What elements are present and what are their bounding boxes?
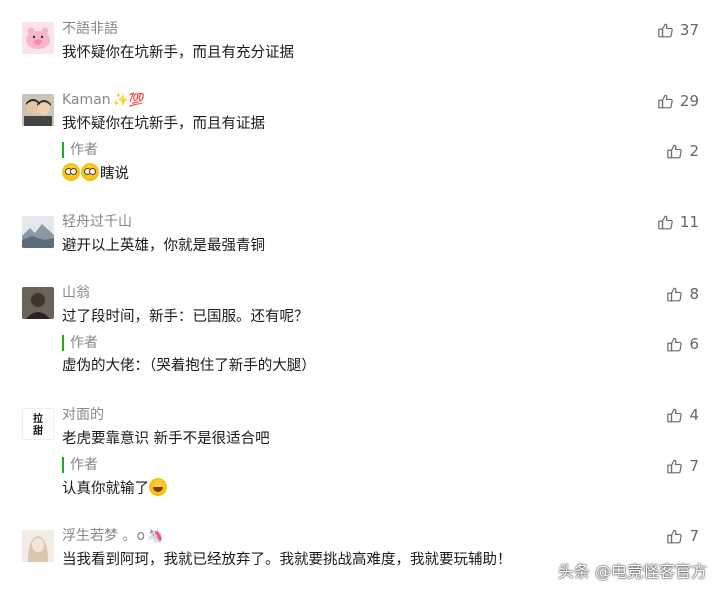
thumbs-up-icon [657, 93, 674, 110]
illustrated-girl-avatar[interactable] [22, 530, 54, 562]
author-reply-text: 虚伪的大佬：（哭着抱住了新手的大腿） [62, 358, 316, 374]
unicorn-icon: 🦄 [147, 529, 164, 544]
comment-text: 我怀疑你在坑新手，而且有证据 [62, 116, 265, 132]
calligraphy-icon: 拉 甜 [23, 409, 53, 439]
sparkle-hundred-icon: ✨💯 [112, 93, 145, 108]
watermark: 头条 @电竞怪客官方 [557, 562, 707, 581]
flushed-face-emoji-icon [62, 163, 80, 181]
author-reply-label: 作者 [62, 335, 98, 351]
reply-text: 认真你就输了 [62, 481, 149, 497]
like-button[interactable]: 37 [657, 21, 699, 39]
comment-nickname[interactable]: 对面的 [62, 406, 104, 424]
comment-text: 避开以上英雄，你就是最强青铜 [62, 238, 265, 254]
reply-text: 瞎说 [100, 166, 129, 182]
nickname-text: Kaman [62, 92, 111, 108]
thumbs-up-icon [666, 528, 683, 545]
author-reply-label: 作者 [62, 142, 98, 158]
like-count: 7 [689, 457, 699, 475]
like-count: 4 [689, 406, 699, 424]
dark-portrait-avatar[interactable] [22, 287, 54, 319]
comment-text: 过了段时间，新手：已国服。还有呢？ [62, 309, 309, 325]
thumbs-up-icon [666, 336, 683, 353]
flushed-face-emoji-icon [81, 163, 99, 181]
comment-nickname[interactable]: 轻舟过千山 [62, 213, 132, 231]
comment-text: 当我看到阿珂，我就已经放弃了。我就要挑战高难度，我就要玩辅助！ [62, 552, 512, 568]
comment-nickname[interactable]: 山翁 [62, 284, 90, 302]
author-reply-text: 认真你就输了 [62, 478, 167, 499]
nickname-text: 浮生若梦 。o [62, 528, 146, 544]
comment-nickname[interactable]: 不語非語 [62, 20, 118, 38]
like-count: 7 [689, 527, 699, 545]
like-button[interactable]: 6 [666, 335, 699, 353]
like-button[interactable]: 7 [666, 457, 699, 475]
calligraphy-avatar[interactable]: 拉 甜 [22, 408, 54, 440]
pink-pig-avatar[interactable] [22, 22, 54, 54]
mountain-landscape-avatar[interactable] [22, 216, 54, 248]
comment-nickname[interactable]: Kaman ✨💯 [62, 91, 145, 110]
comment-nickname[interactable]: 浮生若梦 。o 🦄 [62, 527, 163, 546]
thumbs-up-icon [657, 214, 674, 231]
like-count: 37 [679, 21, 699, 39]
comment-text: 我怀疑你在坑新手，而且有充分证据 [62, 45, 294, 61]
like-count: 11 [679, 213, 699, 231]
like-button[interactable]: 2 [666, 142, 699, 160]
couple-photo-avatar[interactable] [22, 94, 54, 126]
comment-text: 老虎要靠意识 新手不是很适合吧 [62, 431, 270, 447]
like-count: 29 [679, 92, 699, 110]
thumbs-up-icon [666, 143, 683, 160]
like-button[interactable]: 11 [657, 213, 699, 231]
like-button[interactable]: 29 [657, 92, 699, 110]
thumbs-up-icon [666, 407, 683, 424]
author-reply-label: 作者 [62, 457, 98, 473]
like-button[interactable]: 7 [666, 527, 699, 545]
laughing-emoji-icon [149, 478, 167, 496]
like-count: 6 [689, 335, 699, 353]
thumbs-up-icon [657, 22, 674, 39]
svg-text:甜: 甜 [33, 424, 43, 437]
like-button[interactable]: 8 [666, 285, 699, 303]
like-count: 8 [689, 285, 699, 303]
like-button[interactable]: 4 [666, 406, 699, 424]
thumbs-up-icon [666, 458, 683, 475]
like-count: 2 [689, 142, 699, 160]
svg-text:拉: 拉 [33, 412, 43, 425]
thumbs-up-icon [666, 286, 683, 303]
author-reply-text: 瞎说 [62, 163, 129, 184]
